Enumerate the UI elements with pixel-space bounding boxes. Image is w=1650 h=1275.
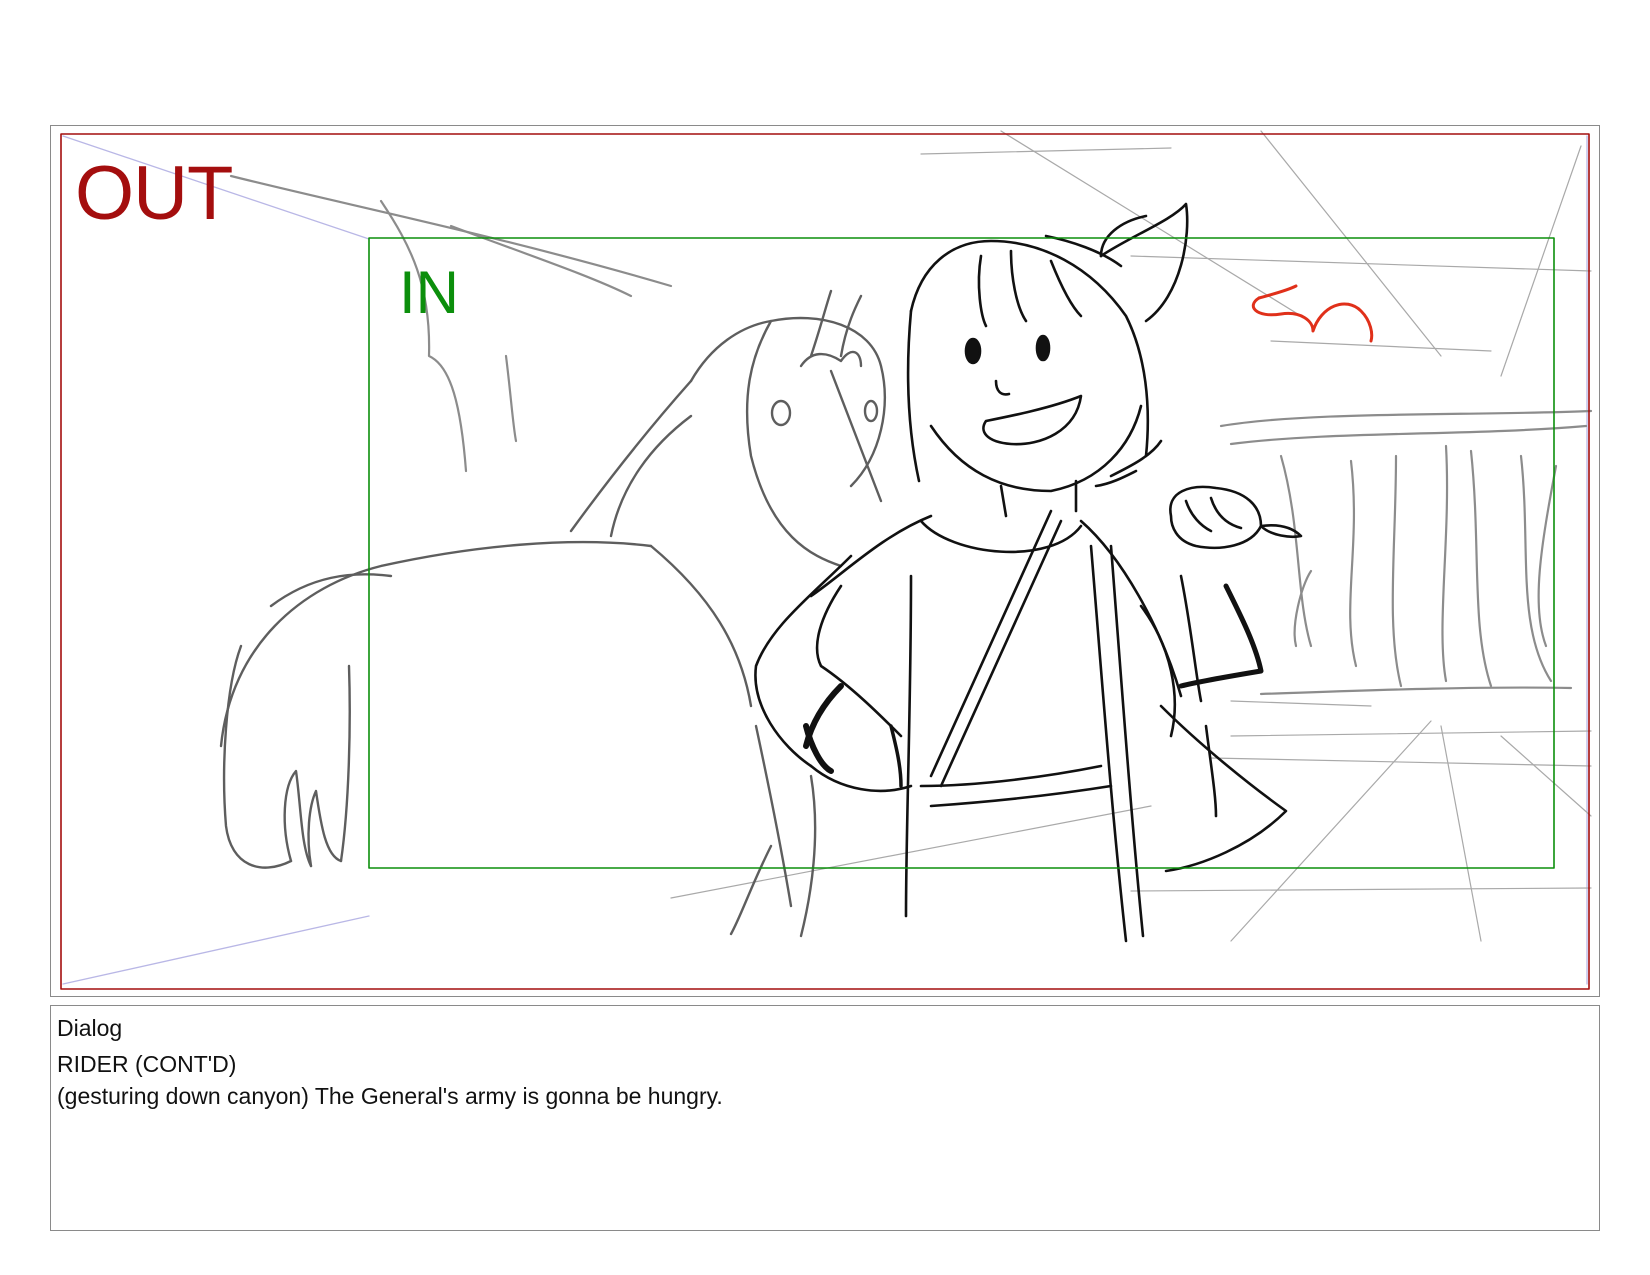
canyon-rocks-right xyxy=(1219,409,1593,696)
horse-sketch xyxy=(219,289,886,938)
in-label: IN xyxy=(399,259,459,326)
sketch-drawing xyxy=(60,130,1593,990)
dialog-speaker: RIDER (CONT'D) xyxy=(57,1051,237,1077)
in-frame xyxy=(368,237,1555,869)
dialog-title: Dialog xyxy=(57,1015,123,1041)
rider-character xyxy=(754,202,1303,943)
background-canyon xyxy=(670,130,1592,942)
dialog-line: (gesturing down canyon) The General's ar… xyxy=(57,1083,723,1109)
dialog-box: Dialog RIDER (CONT'D) (gesturing down ca… xyxy=(50,1005,1600,1231)
camera-move-arrow-icon xyxy=(1251,284,1374,343)
out-label: OUT xyxy=(75,151,233,236)
storyboard-panel: OUT IN xyxy=(50,125,1600,997)
